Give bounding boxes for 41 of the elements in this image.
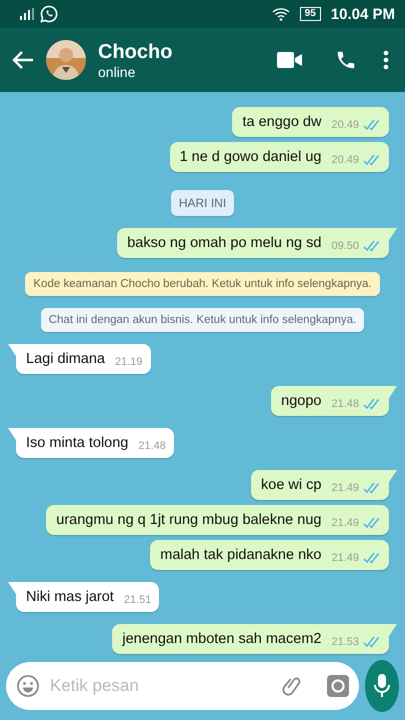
message-text: ta enggo dw [242, 113, 322, 131]
back-arrow-icon[interactable] [12, 51, 34, 69]
camera-icon[interactable] [327, 675, 349, 697]
message-time: 20.49 [331, 154, 359, 166]
message-text: bakso ng omah po melu ng sd [127, 234, 322, 252]
phone-icon[interactable] [335, 49, 357, 71]
message-text: urangmu ng q 1jt rung mbug balekne nug [56, 511, 322, 529]
contact-status: online [98, 64, 136, 80]
message-time: 09.50 [331, 240, 359, 252]
contact-name[interactable]: Chocho [98, 40, 265, 64]
video-camera-icon[interactable] [277, 51, 303, 69]
message-text: koe wi cp [261, 476, 322, 494]
message-time: 21.53 [331, 636, 359, 648]
message-text: ngopo [281, 392, 322, 410]
microphone-button[interactable] [365, 660, 399, 712]
message-time: 21.19 [115, 356, 143, 368]
security-notice[interactable]: Kode keamanan Chocho berubah. Ketuk untuk info selengkapnya. [25, 272, 380, 296]
wifi-icon [272, 7, 290, 21]
message-time: 20.49 [331, 119, 359, 131]
signal-icon [20, 8, 34, 20]
message-text: jenengan mboten sah macem2 [122, 630, 322, 648]
message-time: 21.51 [124, 594, 152, 606]
message-time: 21.48 [138, 440, 166, 452]
microphone-icon[interactable] [373, 673, 391, 699]
emoji-icon[interactable] [16, 674, 40, 698]
composer-bar[interactable]: Ketik pesan [6, 662, 359, 710]
message-time: 21.49 [331, 517, 359, 529]
battery-level: 95 [300, 7, 321, 21]
date-label: HARI INI [170, 190, 234, 216]
message-text: 1 ne d gowo daniel ug [180, 148, 322, 166]
message-text: Niki mas jarot [26, 588, 114, 606]
more-options-icon[interactable] [383, 50, 389, 70]
clock-time: 10.04 PM [330, 6, 395, 22]
message-text: malah tak pidanakne nko [160, 546, 322, 564]
message-time: 21.49 [331, 482, 359, 494]
message-time: 21.48 [331, 398, 359, 410]
message-time: 21.49 [331, 552, 359, 564]
message-text: Iso minta tolong [26, 434, 128, 452]
chat-bubble-icon [40, 5, 58, 23]
business-notice[interactable]: Chat ini dengan akun bisnis. Ketuk untuk info selengkapnya. [40, 308, 364, 332]
message-text: Lagi dimana [26, 350, 105, 368]
